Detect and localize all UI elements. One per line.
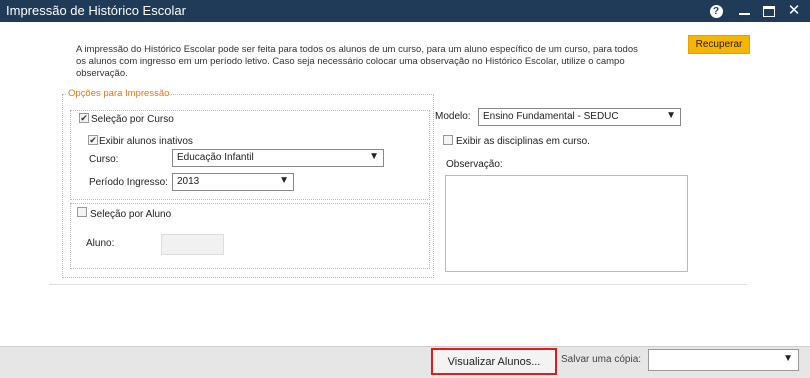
aluno-input[interactable] [161,234,224,255]
recuperar-button[interactable]: Recuperar [688,35,750,54]
periodo-select[interactable]: 2013 ▼ [172,173,294,191]
salvar-copia-label: Salvar uma cópia: [561,354,642,365]
curso-label: Curso: [89,154,119,165]
options-legend: Opções para Impressão [66,88,172,99]
salvar-copia-select[interactable]: ▼ [648,349,799,371]
chevron-down-icon: ▼ [666,110,676,121]
periodo-value: 2013 [177,176,200,187]
help-icon-glyph: ? [709,4,723,18]
exibir-disciplinas-label: Exibir as disciplinas em curso. [456,136,590,147]
exibir-inativos-checkbox[interactable]: ✔ [88,135,98,145]
selecao-curso-label: Seleção por Curso [91,114,174,125]
exibir-inativos-label: Exibir alunos inativos [99,136,193,147]
selecao-aluno-checkbox[interactable] [77,207,87,217]
observacao-textarea[interactable] [445,175,688,272]
help-icon[interactable]: ? [708,3,724,19]
maximize-icon[interactable] [761,3,777,19]
periodo-label: Período Ingresso: [89,177,168,188]
aluno-label: Aluno: [86,238,115,249]
minimize-icon[interactable] [736,3,752,19]
curso-value: Educação Infantil [177,152,254,163]
observacao-label: Observação: [446,159,503,170]
chevron-down-icon: ▼ [279,175,289,186]
modelo-select[interactable]: Ensino Fundamental - SEDUC ▼ [478,108,681,126]
close-icon[interactable]: ✕ [786,3,802,19]
divider [49,284,747,285]
chevron-down-icon: ▼ [783,353,793,364]
selecao-curso-checkbox[interactable]: ✔ [79,113,89,123]
chevron-down-icon: ▼ [369,151,379,162]
visualizar-alunos-button[interactable]: Visualizar Alunos... [431,348,557,375]
modelo-value: Ensino Fundamental - SEDUC [483,111,619,122]
curso-select[interactable]: Educação Infantil ▼ [172,149,384,167]
intro-text: A impressão do Histórico Escolar pode se… [76,44,638,79]
title-bar: Impressão de Histórico Escolar ? ✕ [0,0,810,22]
exibir-disciplinas-checkbox[interactable] [443,135,453,145]
window-title: Impressão de Histórico Escolar [6,3,186,18]
modelo-label: Modelo: [435,111,471,122]
selecao-aluno-label: Seleção por Aluno [90,209,172,220]
